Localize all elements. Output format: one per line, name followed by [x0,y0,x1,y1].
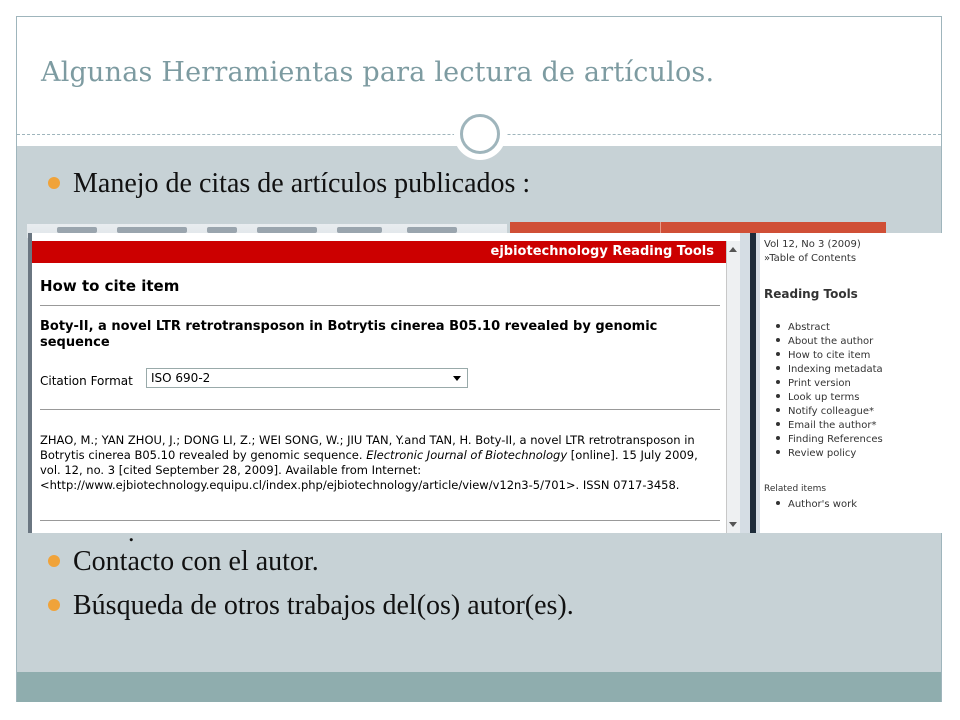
issue-label: Vol 12, No 3 (2009) [764,239,861,250]
popup-header: ejbiotechnology Reading Tools [32,241,726,263]
bullet-text: Contacto con el autor. [73,546,319,577]
tool-link-review-policy[interactable]: Review policy [776,447,883,461]
citation-format-label: Citation Format [40,374,133,388]
reading-tools-sidebar: Vol 12, No 3 (2009) »Table of Contents R… [760,233,945,533]
tool-link-finding-references[interactable]: Finding References [776,433,883,447]
related-link-authors-work[interactable]: Author's work [776,499,857,510]
tool-link-notify-colleague[interactable]: Notify colleague* [776,405,883,419]
popup-edge [28,233,32,533]
window-edge [750,233,756,533]
bullet-dot-icon [48,554,60,567]
reading-tools-list: Abstract About the author How to cite it… [776,321,883,461]
citation-text: ZHAO, M.; YAN ZHOU, J.; DONG LI, Z.; WEI… [40,433,698,492]
tool-link-abstract[interactable]: Abstract [776,321,883,335]
citation-format-value: ISO 690-2 [151,371,211,385]
citation-format-select[interactable]: ISO 690-2 [146,368,468,388]
footer-band [17,672,941,702]
bullet-text: Manejo de citas de artículos publicados … [73,168,531,199]
slide-title: Algunas Herramientas para lectura de art… [41,57,715,88]
bullet-dot-icon [48,598,60,611]
scroll-down-icon[interactable] [729,522,737,527]
tool-link-how-to-cite[interactable]: How to cite item [776,349,883,363]
bullet-contact-author: Contacto con el autor. [48,546,319,578]
tool-link-indexing-metadata[interactable]: Indexing metadata [776,363,883,377]
divider-ring-icon [454,108,506,160]
divider [40,305,720,306]
reading-tools-heading: Reading Tools [764,287,858,301]
related-items-list: Author's work [776,499,857,510]
cite-popup-window: ejbiotechnology Reading Tools How to cit… [28,233,741,533]
scroll-up-icon[interactable] [729,247,737,252]
tool-link-email-author[interactable]: Email the author* [776,419,883,433]
tool-link-about-author[interactable]: About the author [776,335,883,349]
tool-link-print-version[interactable]: Print version [776,377,883,391]
cite-heading: How to cite item [40,277,180,295]
tool-link-look-up-terms[interactable]: Look up terms [776,391,883,405]
divider [40,520,720,521]
divider [40,409,720,410]
bullet-other-works: Búsqueda de otros trabajos del(os) autor… [48,590,574,622]
article-title: Boty-II, a novel LTR retrotransposon in … [40,319,658,350]
related-items-heading: Related items [764,484,827,494]
bullet-citations: Manejo de citas de artículos publicados … [48,168,530,200]
reading-tools-screenshot: ejbiotechnology Reading Tools How to cit… [28,233,945,533]
table-of-contents-link[interactable]: »Table of Contents [764,253,856,264]
bullet-text: Búsqueda de otros trabajos del(os) autor… [73,590,574,621]
bullet-dot-icon [48,176,60,189]
chevron-down-icon [453,376,461,381]
popup-scrollbar[interactable] [726,241,740,533]
